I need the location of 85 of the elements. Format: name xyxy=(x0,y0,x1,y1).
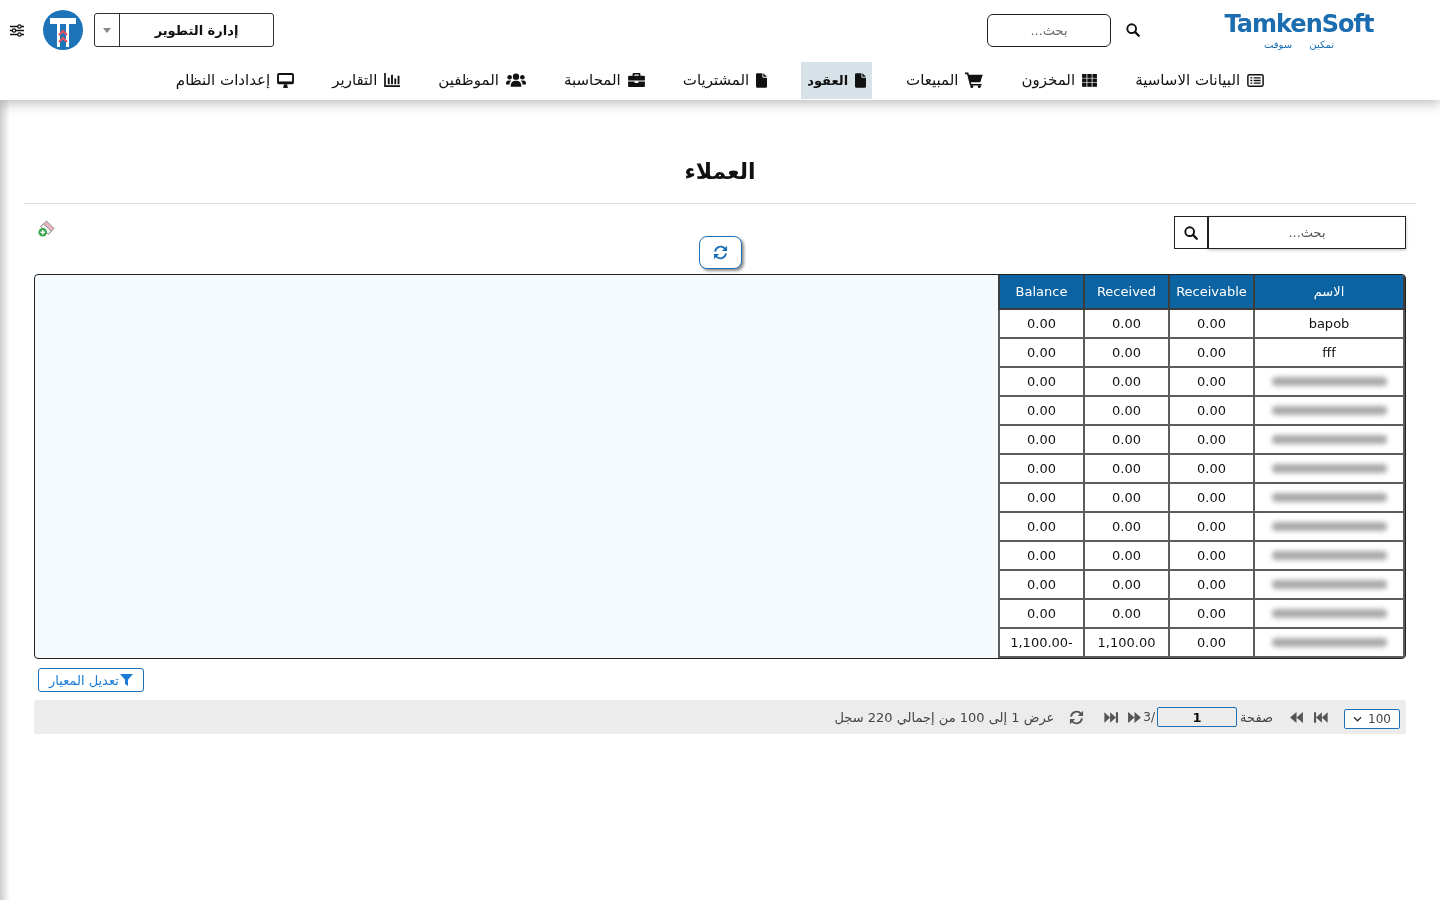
page-size-select[interactable]: 100 xyxy=(1344,708,1400,729)
table-cell: 0.00 xyxy=(1169,483,1254,512)
table-cell: 0.00 xyxy=(1084,454,1169,483)
records-summary: عرض 1 إلى 100 من إجمالي 220 سجل xyxy=(834,709,1055,725)
table-cell: 1,100.00 xyxy=(1084,628,1169,657)
funnel-icon xyxy=(119,674,133,686)
refresh-button[interactable] xyxy=(698,236,742,269)
table-cell: 0.00 xyxy=(999,396,1084,425)
search-icon xyxy=(1184,225,1198,240)
table-cell: 0.00 xyxy=(999,367,1084,396)
table-cell: 0.00 xyxy=(1084,512,1169,541)
list-icon xyxy=(1247,73,1265,87)
table-cell: 0.00 xyxy=(1084,396,1169,425)
logo-tagline: تمكين سوفت xyxy=(1264,37,1335,51)
page-input[interactable]: 1 xyxy=(1157,707,1237,727)
column-header: الاسم xyxy=(1254,275,1404,309)
nav-tab[interactable]: البيانات الاساسية xyxy=(1131,61,1269,99)
refresh-icon[interactable] xyxy=(1069,709,1085,725)
refresh-icon xyxy=(712,245,728,260)
table-cell: 0.00 xyxy=(1169,599,1254,628)
grid-icon xyxy=(1082,73,1098,87)
bar-chart-icon xyxy=(384,73,401,87)
table-cell: 0.00 xyxy=(999,570,1084,599)
logo-icon xyxy=(43,10,83,50)
sliders-icon[interactable] xyxy=(10,23,24,37)
table-cell: 0.00 xyxy=(1169,367,1254,396)
search-field[interactable]: بحث... xyxy=(987,13,1111,47)
table-cell: 0.00 xyxy=(1084,599,1169,628)
table-cell: 0.00 xyxy=(1169,338,1254,367)
table-cell: 1,100.00- xyxy=(999,628,1084,657)
table-cell: 0.00 xyxy=(1169,309,1254,338)
nav-tab[interactable]: المبيعات xyxy=(902,61,988,99)
table-cell: 0.00 xyxy=(1169,425,1254,454)
chevron-down-icon xyxy=(1353,715,1362,722)
nav-tab[interactable]: الموظفين xyxy=(434,61,530,99)
table-cell: 0.00 xyxy=(1084,483,1169,512)
table-cell: 0.00 xyxy=(1084,309,1169,338)
next-page-icon[interactable] xyxy=(1128,711,1142,723)
nav-tab[interactable]: العقود xyxy=(801,61,873,99)
table-cell: 0.00 xyxy=(1084,541,1169,570)
column-header: Balance xyxy=(999,275,1084,309)
search-button[interactable] xyxy=(1174,216,1208,249)
table-cell: 0.00 xyxy=(999,309,1084,338)
table-cell: 0.00 xyxy=(1169,512,1254,541)
table-cell: 0.00 xyxy=(1169,541,1254,570)
eraser-plus-icon[interactable] xyxy=(38,220,55,237)
table-cell: 0.00 xyxy=(1084,338,1169,367)
last-page-icon[interactable] xyxy=(1104,711,1119,723)
logo-wordmark: TamkenSoft xyxy=(1224,9,1374,38)
page-title: العملاء xyxy=(684,158,756,186)
search-icon[interactable] xyxy=(1126,23,1140,37)
table-cell: 0.00 xyxy=(1084,367,1169,396)
search-field[interactable]: بحث... xyxy=(1208,216,1406,249)
nav-tab[interactable]: المحاسبة xyxy=(559,61,649,99)
table-cell: 0.00 xyxy=(1169,454,1254,483)
briefcase-icon xyxy=(627,73,645,87)
table-cell: 0.00 xyxy=(999,512,1084,541)
file-icon xyxy=(855,72,867,88)
page-count: 3/ xyxy=(1143,710,1155,724)
filter-button[interactable]: تعديل المعيار xyxy=(38,668,144,692)
page-label: صفحة xyxy=(1240,709,1273,725)
table-cell: 0.00 xyxy=(1169,628,1254,657)
table-cell: 0.00 xyxy=(999,454,1084,483)
table-cell: 0.00 xyxy=(1084,425,1169,454)
cart-icon xyxy=(965,72,984,88)
table-cell: 0.00 xyxy=(999,338,1084,367)
table-cell: bapob xyxy=(1254,309,1404,338)
table-cell: 0.00 xyxy=(999,541,1084,570)
users-icon xyxy=(505,73,526,87)
table-cell: 0.00 xyxy=(999,483,1084,512)
caret-icon xyxy=(103,27,111,33)
table-cell: 0.00 xyxy=(999,425,1084,454)
table-cell: 0.00 xyxy=(1084,570,1169,599)
nav-tab[interactable]: المخزون xyxy=(1017,61,1102,99)
previous-page-icon[interactable] xyxy=(1290,711,1303,723)
first-page-icon[interactable] xyxy=(1314,711,1328,723)
nav-tab[interactable]: المشتريات xyxy=(678,61,772,99)
table-cell: fff xyxy=(1254,338,1404,367)
table-cell: 0.00 xyxy=(1169,396,1254,425)
column-header: Receivable xyxy=(1169,275,1254,309)
table-cell: 0.00 xyxy=(999,599,1084,628)
department-select[interactable]: إدارة التطوير xyxy=(94,13,274,47)
table-cell: 0.00 xyxy=(1169,570,1254,599)
file-icon xyxy=(756,72,768,88)
column-header: Received xyxy=(1084,275,1169,309)
